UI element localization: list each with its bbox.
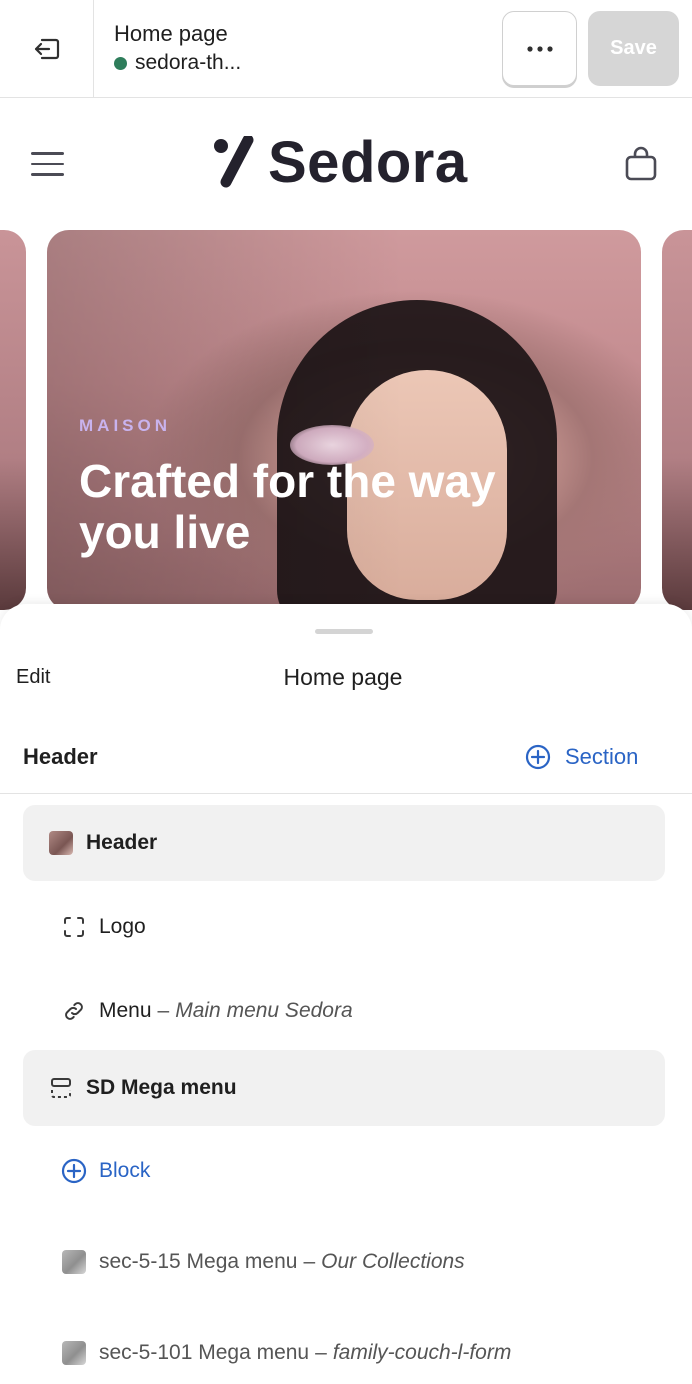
item-subtitle: Main menu Sedora [175, 999, 353, 1022]
storefront-header: Sedora [0, 98, 692, 230]
item-separator: – [157, 999, 170, 1022]
item-label: SD Mega menu [86, 1076, 237, 1099]
theme-name: sedora-th... [135, 51, 242, 74]
link-icon [61, 998, 87, 1024]
section-item-header[interactable]: Header [23, 805, 665, 881]
add-block-icon [61, 1158, 87, 1184]
brand-mark-icon [214, 136, 254, 188]
item-separator: – [315, 1341, 327, 1364]
hero-carousel[interactable]: MAISON Crafted for the way you live [0, 230, 692, 610]
hero-eyebrow: MAISON [79, 416, 171, 435]
carousel-slide-next[interactable] [662, 230, 692, 610]
add-block-button[interactable]: Block [23, 1133, 665, 1209]
page-name: Home page [114, 21, 228, 46]
exit-button[interactable] [0, 0, 94, 97]
item-subtitle: family-couch-l-form [332, 1341, 512, 1364]
section-item-sd-mega-menu[interactable]: SD Mega menu [23, 1050, 665, 1126]
block-item-logo[interactable]: Logo [23, 889, 665, 965]
exit-icon [34, 38, 59, 59]
logo-frame-icon [61, 914, 87, 940]
item-label: sec-5-15 Mega menu [99, 1250, 298, 1273]
save-button[interactable]: Save [588, 11, 679, 86]
image-thumbnail-icon [61, 1340, 87, 1366]
status-dot [114, 56, 127, 70]
item-label: Block [99, 1159, 151, 1182]
item-label: Header [86, 831, 158, 854]
mega-menu-icon [48, 1075, 74, 1101]
editor-topbar: Home page sedora-th... Save [0, 0, 692, 98]
add-section-label: Section [565, 744, 639, 769]
brand-name: Sedora [268, 129, 468, 195]
add-section-button[interactable]: Section [525, 744, 638, 770]
block-item-sec-5-101[interactable]: sec-5-101 Mega menu – family-couch-l-for… [23, 1315, 665, 1384]
header-thumbnail-icon [48, 830, 74, 856]
block-item-sec-5-15[interactable]: sec-5-15 Mega menu – Our Collections [23, 1224, 665, 1300]
cart-bag-icon[interactable] [624, 146, 658, 182]
item-label: Menu [99, 999, 152, 1022]
ellipsis-icon [526, 45, 553, 52]
carousel-slide-prev[interactable] [0, 230, 26, 610]
page-info[interactable]: Home page sedora-th... [114, 20, 241, 75]
hero-headline: Crafted for the way you live [79, 455, 496, 558]
sheet-drag-handle[interactable] [315, 629, 373, 634]
editor-bottom-sheet: Edit Home page Header Section Header Log… [0, 604, 692, 1384]
more-actions-button[interactable] [502, 11, 577, 86]
image-thumbnail-icon [61, 1249, 87, 1275]
theme-row: sedora-th... [114, 51, 241, 75]
item-label: sec-5-101 Mega menu [99, 1341, 310, 1364]
block-item-menu[interactable]: Menu – Main menu Sedora [23, 973, 665, 1049]
item-label: Logo [99, 915, 146, 938]
item-separator: – [303, 1250, 316, 1273]
hero-slide[interactable]: MAISON Crafted for the way you live [47, 230, 641, 610]
item-subtitle: Our Collections [321, 1250, 465, 1273]
section-group-header: Header Section [0, 714, 692, 794]
add-circle-icon [525, 744, 551, 770]
store-logo[interactable]: Sedora [212, 128, 468, 196]
sheet-title: Home page [283, 664, 403, 690]
hamburger-menu-icon[interactable] [31, 152, 64, 176]
group-title: Header [23, 744, 98, 769]
